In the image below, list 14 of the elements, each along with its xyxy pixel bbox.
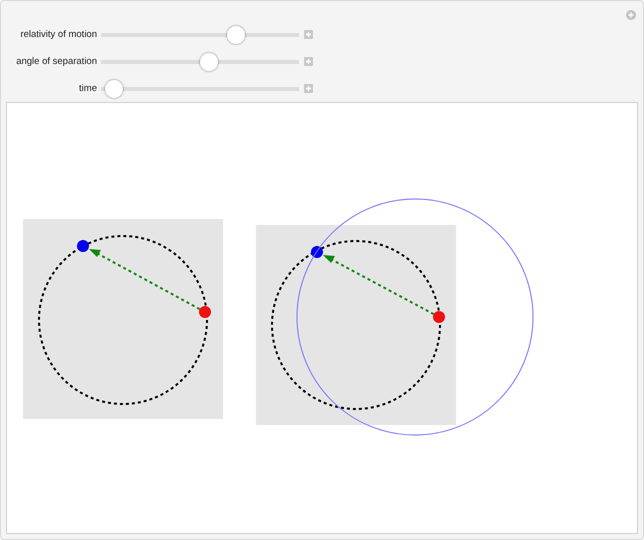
slider-label: time — [78, 83, 98, 94]
plus-icon[interactable] — [304, 57, 313, 66]
moving-point — [311, 246, 323, 258]
slider-thumb[interactable] — [227, 26, 245, 44]
slider-thumb[interactable] — [104, 80, 123, 98]
plus-icon[interactable] — [304, 30, 313, 39]
plus-icon[interactable] — [304, 84, 313, 93]
reference-point — [199, 306, 211, 318]
slider-label: relativity of motion — [19, 29, 98, 40]
slider-thumb[interactable] — [200, 52, 218, 70]
plus-icon[interactable] — [626, 10, 636, 20]
slider-label: angle of separation — [15, 56, 98, 67]
moving-point — [77, 240, 89, 252]
reference-point — [433, 311, 445, 323]
